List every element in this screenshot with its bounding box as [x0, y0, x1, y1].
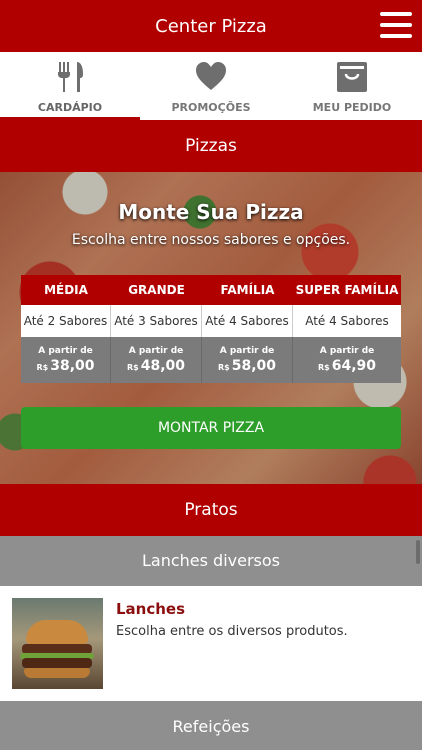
tab-meu-pedido[interactable]: MEU PEDIDO [282, 52, 422, 120]
montar-pizza-button[interactable]: MONTAR PIZZA [21, 407, 401, 449]
tab-bar: CARDÁPIO PROMOÇÕES MEU PEDIDO [0, 52, 422, 120]
heart-icon [196, 62, 226, 90]
burger-photo [12, 598, 103, 689]
category-title: Lanches diversos [141, 551, 280, 570]
shopping-bag-icon [337, 62, 367, 92]
category-refeicoes[interactable]: Refeições [0, 701, 422, 750]
flavors-limit: Até 4 Sabores [202, 305, 293, 337]
price-value: R$ 64,90 [317, 358, 377, 374]
price-value: R$ 38,00 [36, 358, 95, 374]
price-row: A partir de R$ 38,00 A partir de R$ 48,00 … [21, 337, 401, 383]
flavors-limit: Até 2 Sabores [21, 305, 111, 337]
banner-title: Monte Sua Pizza [118, 200, 304, 224]
top-bar: Center Pizza [0, 0, 422, 52]
pratos-section-title: Pratos [184, 500, 238, 520]
tab-promocoes-label: PROMOÇÕES [171, 101, 251, 114]
item-name: Lanches [116, 600, 186, 618]
price-from-label: A partir de [38, 346, 93, 356]
flavors-row: Até 2 Sabores Até 3 Sabores Até 4 Sabore… [21, 305, 401, 337]
price-value: R$ 58,00 [217, 358, 277, 374]
price-cell: A partir de R$ 48,00 [111, 337, 202, 383]
flavors-limit: Até 4 Sabores [305, 314, 389, 328]
tab-promocoes[interactable]: PROMOÇÕES [141, 52, 281, 120]
tab-meu-pedido-label: MEU PEDIDO [312, 101, 392, 114]
size-name: MÉDIA [44, 283, 88, 297]
price-from-label: A partir de [319, 346, 375, 356]
tab-cardapio[interactable]: CARDÁPIO [0, 52, 140, 120]
pizzas-section-title: Pizzas [185, 136, 237, 156]
pizzas-section-header[interactable]: Pizzas [0, 120, 422, 172]
price-cell: A partir de R$ 58,00 [202, 337, 293, 383]
price-value: R$ 48,00 [126, 358, 186, 374]
list-item[interactable]: Lanches Escolha entre os diversos produt… [0, 586, 422, 701]
price-cell: A partir de R$ 64,90 [293, 337, 401, 383]
size-header-row: MÉDIA GRANDE FAMÍLIA SUPER FAMÍLIA [21, 275, 401, 305]
category-lanches-diversos[interactable]: Lanches diversos [0, 536, 422, 586]
flavors-limit: Até 3 Sabores [111, 305, 202, 337]
size-name: FAMÍLIA [220, 283, 275, 297]
size-name: SUPER FAMÍLIA [295, 283, 399, 297]
category-title: Refeições [172, 717, 250, 736]
item-description: Escolha entre os diversos produtos. [116, 624, 348, 639]
price-cell: A partir de R$ 38,00 [21, 337, 111, 383]
banner-subtitle: Escolha entre nossos sabores e opções. [71, 232, 351, 248]
price-from-label: A partir de [128, 346, 184, 356]
app-title: Center Pizza [155, 16, 267, 37]
hamburger-menu-icon[interactable] [380, 12, 412, 38]
pizza-builder-banner: Monte Sua Pizza Escolha entre nossos sab… [0, 172, 422, 484]
fork-knife-icon [58, 62, 83, 92]
pratos-section-header[interactable]: Pratos [0, 484, 422, 536]
scrollbar[interactable] [416, 540, 420, 564]
price-from-label: A partir de [219, 346, 275, 356]
tab-cardapio-label: CARDÁPIO [37, 101, 103, 114]
size-name: GRANDE [128, 283, 185, 297]
